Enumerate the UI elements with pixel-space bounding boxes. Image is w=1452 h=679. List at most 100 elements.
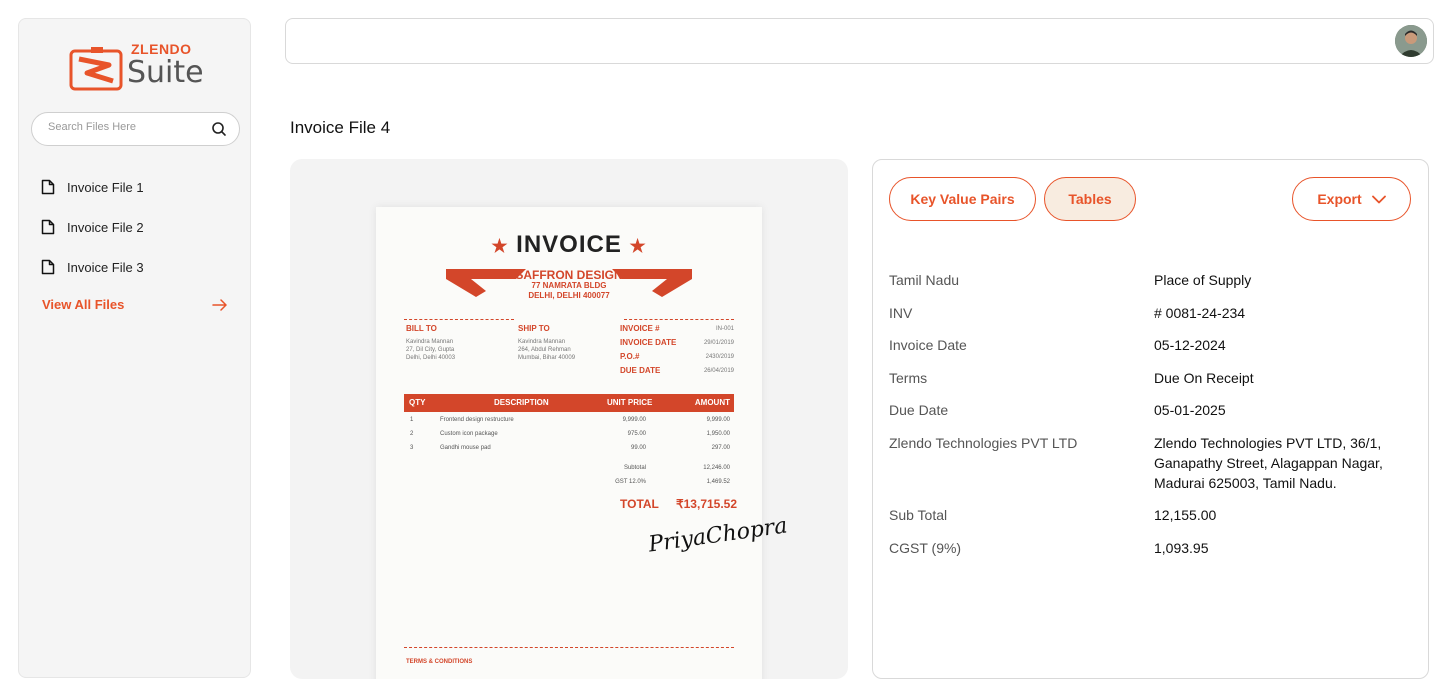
- file-icon: [41, 179, 55, 195]
- user-avatar-icon: [1395, 25, 1427, 57]
- item-desc: Gandhi mouse pad: [440, 445, 491, 451]
- kv-key: Terms: [889, 369, 928, 386]
- kv-value: 05-12-2024: [1154, 337, 1226, 353]
- gst-value: 1,469.52: [706, 479, 730, 485]
- company-addr2: DELHI, DELHI 400077: [528, 291, 610, 300]
- bill-to-line: Kavindra Mannan: [406, 339, 454, 345]
- page-title: Invoice File 4: [290, 118, 391, 137]
- col-unit-price: UNIT PRICE: [607, 398, 653, 407]
- file-item[interactable]: Invoice File 3: [41, 247, 144, 287]
- kv-key: Sub Total: [889, 507, 948, 523]
- ship-to-line: Mumbai, Bihar 40009: [518, 355, 576, 361]
- meta-label: DUE DATE: [620, 366, 661, 375]
- search-icon[interactable]: [211, 121, 227, 137]
- meta-label: INVOICE #: [620, 324, 660, 333]
- company-block: SAFFRON DESIGN 77 NAMRATA BLDG DELHI, DE…: [376, 269, 762, 301]
- view-all-files-link[interactable]: View All Files: [42, 297, 228, 312]
- company-name: SAFFRON DESIGN: [515, 268, 623, 282]
- table-row: 3 Gandhi mouse pad 99.00 297.00: [404, 445, 734, 455]
- bill-to-block: Kavindra Mannan 27, Dil City, Gupta Delh…: [406, 338, 455, 362]
- ship-to-block: Kavindra Mannan 264, Abdul Rehman Mumbai…: [518, 338, 575, 362]
- key-value-list: Tamil Nadu Place of Supply INV # 0081-24…: [889, 270, 1409, 570]
- invoice-image: ★ INVOICE ★ SAFFRON DESIGN 77 NAMRATA BL…: [376, 207, 789, 679]
- document-preview: ★ INVOICE ★ SAFFRON DESIGN 77 NAMRATA BL…: [290, 159, 848, 679]
- file-item-label: Invoice File 3: [67, 259, 144, 275]
- meta-value: 29/01/2019: [703, 340, 734, 346]
- ship-to-line: 264, Abdul Rehman: [518, 347, 571, 353]
- kv-key: Due Date: [889, 402, 949, 418]
- chevron-down-icon: [1371, 195, 1386, 203]
- total-label: TOTAL: [620, 497, 659, 511]
- kv-row: CGST (9%) 1,093.95: [889, 538, 1409, 558]
- kv-value: 1,093.95: [1154, 539, 1209, 556]
- kv-key: Invoice Date: [889, 337, 967, 353]
- file-item[interactable]: Invoice File 1: [41, 167, 144, 207]
- kv-row: Invoice Date 05-12-2024: [889, 335, 1409, 355]
- kv-row: Due Date 05-01-2025: [889, 400, 1409, 420]
- signature: PriyaChopra: [646, 513, 789, 558]
- subtotal-row: Subtotal 12,246.00: [404, 465, 734, 475]
- kv-value: 05-01-2025: [1154, 402, 1226, 418]
- export-button[interactable]: Export: [1292, 177, 1411, 221]
- kv-value: Place of Supply: [1154, 272, 1252, 288]
- gst-row: GST 12.0% 1,469.52: [404, 479, 734, 489]
- file-item[interactable]: Invoice File 2: [41, 207, 144, 247]
- company-addr1: 77 NAMRATA BLDG: [531, 281, 607, 290]
- kv-key: Zlendo Technologies PVT LTD: [889, 434, 1078, 451]
- meta-value: 2430/2019: [705, 354, 734, 360]
- divider: [404, 647, 734, 648]
- subtotal-label: Subtotal: [623, 465, 646, 471]
- file-icon: [41, 219, 55, 235]
- item-price: 9,999.00: [622, 417, 646, 423]
- kv-key: Tamil Nadu: [889, 272, 960, 288]
- kv-row: INV # 0081-24-234: [889, 303, 1409, 323]
- ship-to-label: SHIP TO: [518, 324, 550, 333]
- export-label: Export: [1317, 191, 1362, 207]
- divider: [404, 319, 514, 320]
- tab-key-value-pairs[interactable]: Key Value Pairs: [889, 177, 1036, 221]
- item-price: 99.00: [630, 445, 646, 451]
- logo-icon: [69, 47, 123, 91]
- item-qty: 2: [410, 431, 414, 437]
- terms-label: TERMS & CONDITIONS: [406, 659, 473, 665]
- kv-value: # 0081-24-234: [1154, 304, 1246, 321]
- arrow-right-icon: [212, 298, 227, 311]
- subtotal-value: 12,246.00: [703, 465, 730, 471]
- kv-key: INV: [889, 304, 913, 321]
- bill-to-label: BILL TO: [406, 324, 437, 333]
- tab-tables[interactable]: Tables: [1044, 177, 1136, 221]
- star-icon: ★: [491, 236, 509, 256]
- item-qty: 1: [410, 417, 414, 423]
- total-value: ₹13,715.52: [676, 497, 738, 511]
- invoice-doc-title-text: INVOICE: [516, 231, 622, 258]
- search-box: [31, 112, 240, 146]
- table-row: 1 Frontend design restructure 9,999.00 9…: [404, 417, 734, 427]
- search-input[interactable]: [48, 121, 208, 133]
- item-price: 975.00: [627, 431, 646, 437]
- sidebar: ZLENDO Suite Invoice File 1 Invoice File…: [18, 18, 251, 678]
- top-bar: [285, 18, 1434, 64]
- col-description: DESCRIPTION: [494, 398, 549, 407]
- kv-key: CGST (9%): [889, 539, 962, 556]
- star-icon: ★: [629, 236, 647, 256]
- kv-value: 12,155.00: [1154, 507, 1217, 523]
- meta-label: P.O.#: [620, 352, 640, 361]
- avatar[interactable]: [1395, 25, 1427, 57]
- file-icon: [41, 259, 55, 275]
- item-amount: 1,950.00: [706, 431, 730, 437]
- brand-big-text: Suite: [127, 55, 204, 90]
- gst-label: GST 12.0%: [615, 479, 646, 485]
- bill-to-line: 27, Dil City, Gupta: [406, 347, 455, 353]
- item-qty: 3: [410, 445, 414, 451]
- file-list: Invoice File 1 Invoice File 2 Invoice Fi…: [41, 167, 144, 287]
- view-all-label: View All Files: [42, 297, 125, 312]
- kv-value: Due On Receipt: [1154, 369, 1254, 386]
- extraction-panel: Key Value Pairs Tables Export Tamil Nadu…: [872, 159, 1429, 679]
- item-desc: Frontend design restructure: [440, 417, 514, 423]
- item-amount: 297.00: [711, 445, 730, 451]
- col-qty: QTY: [409, 398, 426, 407]
- app-logo[interactable]: ZLENDO Suite: [69, 37, 209, 99]
- ship-to-line: Kavindra Mannan: [518, 339, 566, 345]
- bill-to-line: Delhi, Delhi 40003: [406, 355, 456, 361]
- col-amount: AMOUNT: [694, 398, 730, 407]
